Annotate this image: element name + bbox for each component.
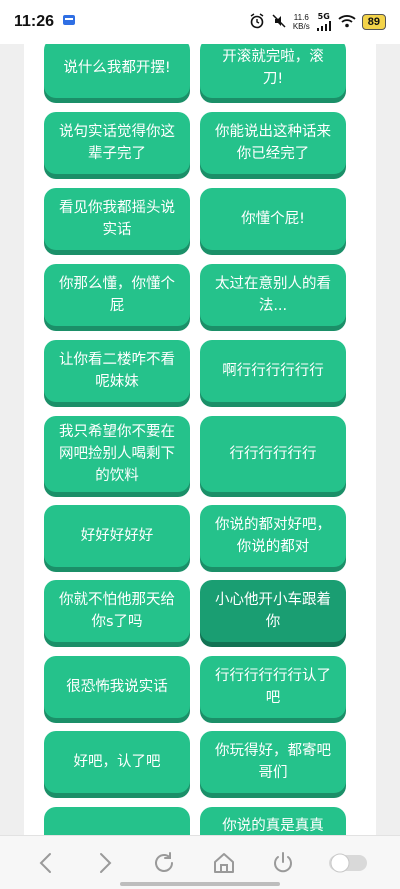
- phrase-button[interactable]: 好好好好好: [44, 505, 190, 567]
- home-icon[interactable]: [210, 849, 238, 877]
- signal-icon: 5G: [316, 13, 332, 31]
- phrase-button[interactable]: 开滚就完啦，滚刀!: [200, 44, 346, 98]
- wifi-icon: [338, 14, 356, 31]
- phrase-button[interactable]: [44, 807, 190, 835]
- phrase-button-active[interactable]: 小心他开小车跟着你: [200, 580, 346, 642]
- refresh-icon[interactable]: [150, 849, 178, 877]
- phrase-button[interactable]: 啊行行行行行行: [200, 340, 346, 402]
- phrase-button[interactable]: 让你看二楼咋不看呢妹妹: [44, 340, 190, 402]
- status-bar: 11:26 11.6 KB/s 5G 89: [0, 0, 400, 44]
- phrase-button[interactable]: 你懂个屁!: [200, 188, 346, 250]
- mute-icon: [271, 13, 287, 32]
- phrase-button[interactable]: 看见你我都摇头说实话: [44, 188, 190, 250]
- phrase-button[interactable]: 你能说出这种话来你已经完了: [200, 112, 346, 174]
- app-notification-icon: [62, 13, 76, 31]
- forward-icon[interactable]: [91, 849, 119, 877]
- status-time: 11:26: [14, 13, 55, 30]
- signal-label: 5G: [317, 12, 330, 21]
- network-speed-unit: KB/s: [292, 22, 310, 31]
- phrase-button[interactable]: 说什么我都开摆!: [44, 44, 190, 98]
- status-left: 11:26: [14, 13, 76, 31]
- back-icon[interactable]: [32, 849, 60, 877]
- phrase-button[interactable]: 太过在意别人的看法...: [200, 264, 346, 326]
- phrase-button[interactable]: 我只希望你不要在网吧捡别人喝剩下的饮料: [44, 416, 190, 492]
- home-indicator: [120, 882, 280, 886]
- phrase-button[interactable]: 你那么懂，你懂个屁: [44, 264, 190, 326]
- phrase-button[interactable]: 行行行行行行: [200, 416, 346, 492]
- toggle-switch[interactable]: [328, 849, 368, 877]
- phrase-button[interactable]: 行行行行行行认了吧: [200, 656, 346, 718]
- network-speed-value: 11.6: [293, 13, 309, 22]
- status-right: 11.6 KB/s 5G 89: [249, 13, 386, 32]
- power-icon[interactable]: [269, 849, 297, 877]
- network-speed: 11.6 KB/s: [293, 13, 310, 31]
- phrase-button[interactable]: 你就不怕他那天给你s了吗: [44, 580, 190, 642]
- phrase-button-grid: 说什么我都开摆! 开滚就完啦，滚刀! 说句实话觉得你这辈子完了 你能说出这种话来…: [44, 44, 348, 835]
- phrase-button[interactable]: 好吧，认了吧: [44, 731, 190, 793]
- alarm-icon: [249, 12, 265, 32]
- browser-bottom-nav: [0, 835, 400, 889]
- phrase-button[interactable]: 你玩得好，都寄吧哥们: [200, 731, 346, 793]
- phrase-button[interactable]: 你说的真是真真: [200, 807, 346, 835]
- phrase-button[interactable]: 你说的都对好吧，你说的都对: [200, 505, 346, 567]
- phrase-button[interactable]: 很恐怖我说实话: [44, 656, 190, 718]
- battery-indicator: 89: [361, 14, 386, 30]
- phrase-button[interactable]: 说句实话觉得你这辈子完了: [44, 112, 190, 174]
